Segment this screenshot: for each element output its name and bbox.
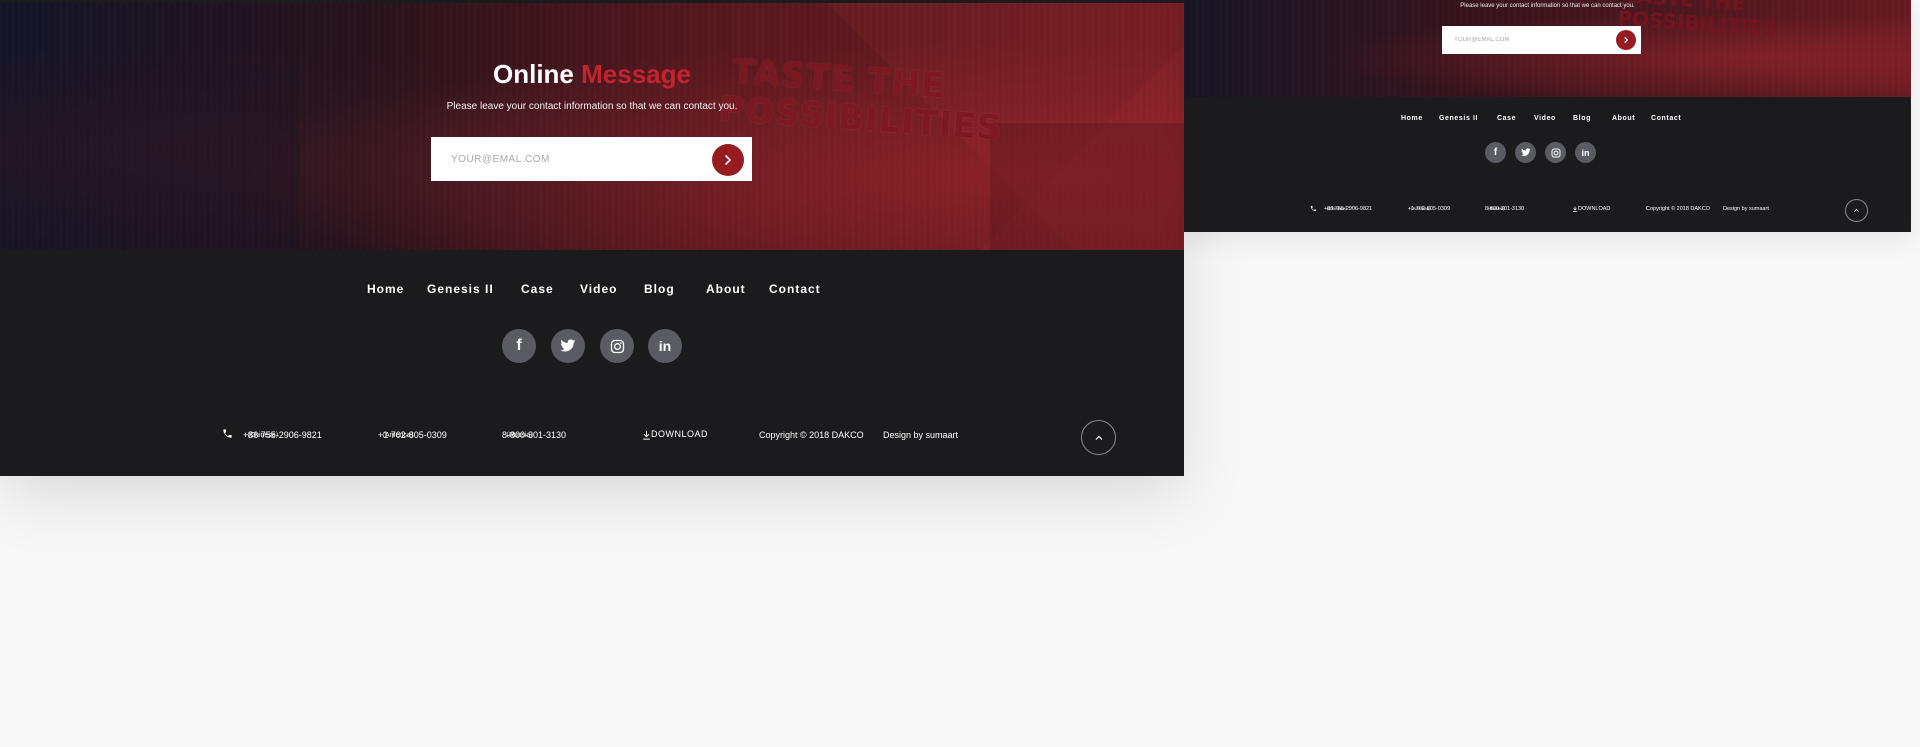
chevron-right-icon — [1624, 36, 1629, 44]
nav-genesis-ii[interactable]: Genesis II — [1439, 115, 1478, 122]
site-footer: Home Genesis II Case Video Blog About Co… — [0, 250, 1184, 476]
back-to-top-button[interactable] — [1845, 199, 1868, 222]
facebook-link[interactable]: f — [502, 329, 536, 363]
phone-icon — [222, 428, 233, 441]
nav-blog[interactable]: Blog — [644, 282, 675, 296]
nav-blog[interactable]: Blog — [1573, 115, 1591, 122]
download-label: DOWNLOAD — [651, 429, 709, 439]
nav-case[interactable]: Case — [1497, 115, 1516, 122]
nav-genesis-ii[interactable]: Genesis II — [427, 282, 494, 296]
nav-video[interactable]: Video — [1534, 115, 1556, 122]
footer-nav: Home Genesis II Case Video Blog About Co… — [0, 282, 1184, 298]
design-credit: Design by sumaart — [1723, 206, 1769, 212]
phone-region: （Russia） — [502, 432, 538, 439]
instagram-icon — [610, 339, 624, 353]
social-links: f in — [0, 329, 1184, 363]
twitter-icon — [560, 339, 576, 352]
email-submit-button[interactable] — [1616, 30, 1636, 50]
email-input[interactable] — [431, 137, 701, 181]
social-links: f in — [1184, 142, 1911, 163]
download-link[interactable]: DOWNLOAD — [642, 429, 708, 440]
back-to-top-button[interactable] — [1081, 420, 1116, 455]
chevron-up-icon — [1095, 435, 1102, 440]
facebook-icon: f — [1493, 147, 1498, 158]
email-input[interactable] — [1442, 26, 1612, 54]
nav-contact[interactable]: Contact — [769, 282, 821, 296]
phone-region: （Chinese） — [1324, 206, 1350, 211]
phone-icon — [1310, 205, 1317, 214]
hero-title-main: Online — [493, 59, 574, 89]
contact-info: +86 755-2906-9821 （Chinese） +1 702-805-03… — [0, 428, 1184, 444]
phone-region: （Chinese） — [243, 432, 283, 439]
email-submit-button[interactable] — [712, 144, 744, 176]
download-icon — [643, 430, 650, 440]
email-form — [431, 137, 752, 181]
twitter-link[interactable] — [1515, 142, 1536, 163]
nav-home[interactable]: Home — [367, 282, 404, 296]
instagram-icon — [1551, 148, 1560, 157]
design-credit: Design by sumaart — [883, 430, 959, 440]
hero-subtitle: Please leave your contact information so… — [1460, 3, 1635, 9]
hero-title-accent: Message — [581, 59, 691, 89]
hero-title: Online Message — [0, 59, 1184, 90]
linkedin-icon: in — [1581, 147, 1590, 158]
linkedin-link[interactable]: in — [648, 329, 682, 363]
instagram-link[interactable] — [1545, 142, 1566, 163]
chevron-right-icon — [725, 155, 731, 165]
phone-region: （America） — [1408, 206, 1434, 211]
instagram-link[interactable] — [600, 329, 634, 363]
nav-contact[interactable]: Contact — [1651, 115, 1681, 122]
contact-info: +86 755-2906-9821 （Chinese） +1 702-805-03… — [1184, 205, 1911, 214]
online-message-hero: TASTE THE POSSIBILITIES Online Message P… — [0, 3, 1184, 250]
phone-region: （America） — [378, 432, 418, 439]
facebook-link[interactable]: f — [1485, 142, 1506, 163]
twitter-icon — [1520, 148, 1531, 156]
hero-subtitle: Please leave your contact information so… — [446, 101, 738, 112]
nav-video[interactable]: Video — [580, 282, 617, 296]
download-label: DOWNLOAD — [1578, 206, 1611, 212]
twitter-link[interactable] — [551, 329, 585, 363]
nav-home[interactable]: Home — [1401, 115, 1423, 122]
email-form — [1442, 26, 1641, 54]
footer-nav: Home Genesis II Case Video Blog About Co… — [1184, 115, 1911, 125]
chevron-up-icon — [1854, 208, 1859, 212]
download-link[interactable]: DOWNLOAD — [1572, 206, 1610, 214]
online-message-hero-small: TASTE THE POSSIBILITIES Please leave you… — [1184, 0, 1911, 97]
linkedin-icon: in — [658, 338, 672, 354]
phone-region: （Russia） — [1485, 206, 1508, 211]
facebook-icon: f — [516, 337, 522, 354]
nav-about[interactable]: About — [1612, 115, 1635, 122]
small-preview-frame: TASTE THE POSSIBILITIES Please leave you… — [1184, 0, 1911, 232]
nav-about[interactable]: About — [706, 282, 746, 296]
main-preview-frame: TASTE THE POSSIBILITIES Online Message P… — [0, 0, 1184, 476]
nav-case[interactable]: Case — [521, 282, 554, 296]
copyright-text: Copyright © 2018 DAKCO — [1646, 206, 1710, 212]
linkedin-link[interactable]: in — [1575, 142, 1596, 163]
copyright-text: Copyright © 2018 DAKCO — [759, 430, 864, 440]
hero-content: Online Message Please leave your contact… — [0, 3, 1184, 250]
